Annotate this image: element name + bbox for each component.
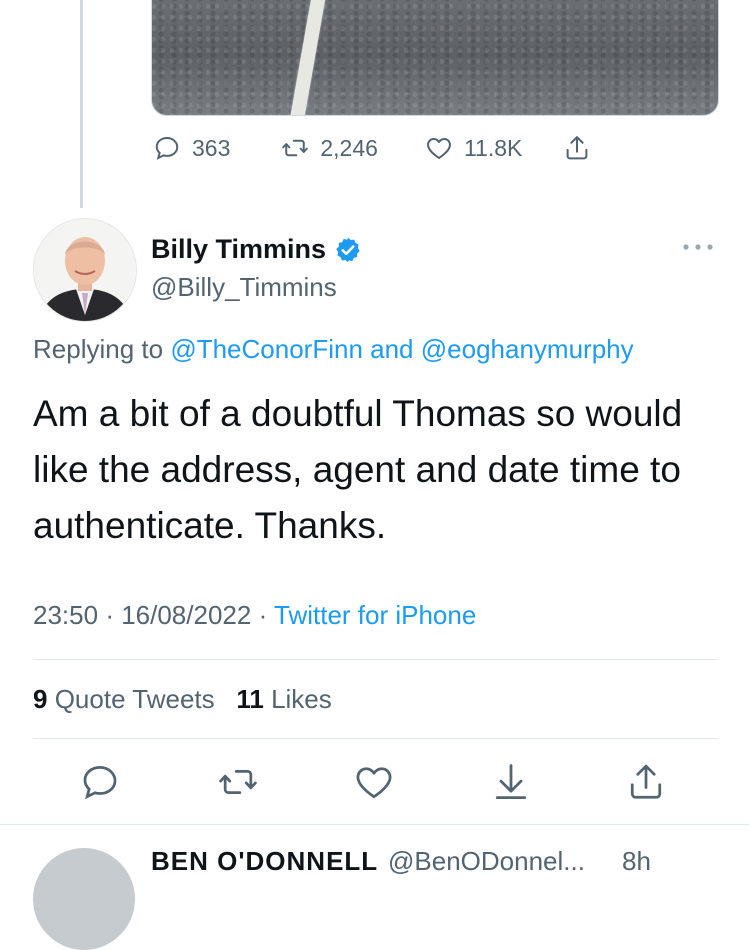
road-marking [288,0,330,115]
author-name-row[interactable]: Billy Timmins [151,234,362,265]
retweet-count: 2,246 [320,134,378,161]
retweet-icon [282,139,309,157]
tweet-meta: 23:50 · 16/08/2022 · Twitter for iPhone [33,600,476,631]
meta-separator: · [258,600,274,630]
likes-label: Likes [271,684,332,714]
share-icon [630,764,662,799]
next-reply-author-name[interactable]: BEN O'DONNELL [151,846,378,877]
like-count: 11.8K [463,134,523,161]
replying-prefix: Replying to [33,334,164,364]
reply-icon [155,136,179,160]
replying-and[interactable]: and [370,334,413,364]
like-button[interactable] [352,760,396,804]
previous-tweet-actions: 363 2,246 11.8K [152,128,592,168]
replying-user-link-2[interactable]: @eoghanymurphy [421,334,634,364]
tweet-text: Am a bit of a doubtful Thomas so would l… [33,393,683,546]
more-options-icon[interactable] [681,242,715,252]
download-arrow-icon [495,764,527,799]
next-reply-avatar[interactable] [33,848,135,950]
quote-label: Quote Tweets [54,684,215,714]
verified-badge-icon [336,237,360,262]
previous-tweet-image[interactable] [151,0,719,116]
replying-user-link-1[interactable]: @TheConorFinn [170,334,363,364]
share-icon [566,136,588,160]
meta-separator: · [105,600,122,630]
reply-action[interactable]: 363 [152,133,230,163]
tweet-stats: 9 Quote Tweets 11 Likes [33,684,332,715]
retweet-button[interactable] [216,760,260,804]
avatar[interactable] [33,218,137,322]
divider [0,824,749,825]
author-handle[interactable]: @Billy_Timmins [151,272,337,303]
like-action[interactable]: 11.8K [424,133,522,163]
retweet-icon [219,769,257,795]
bookmark-button[interactable] [489,760,533,804]
next-reply-time: 8h [622,846,651,876]
author-name[interactable]: Billy Timmins [151,234,326,265]
retweet-action[interactable]: 2,246 [280,133,378,163]
person-photo-icon [34,219,136,321]
replying-to-line: Replying to @TheConorFinn and @eoghanymu… [33,334,634,365]
tweet-time[interactable]: 23:50 [33,600,98,630]
divider [33,659,718,660]
quote-tweets-link[interactable]: 9 Quote Tweets [33,684,215,714]
heart-icon [356,767,392,799]
heart-icon [426,138,451,159]
quote-count: 9 [33,684,48,714]
divider [33,738,718,739]
share-button[interactable] [624,760,668,804]
tweet-date[interactable]: 16/08/2022 [121,600,251,630]
likes-link[interactable]: 11 Likes [236,684,331,714]
tweet-source[interactable]: Twitter for iPhone [274,600,476,630]
share-action[interactable] [562,133,592,163]
reply-icon [83,765,117,800]
reply-count: 363 [192,134,231,161]
thread-line [80,0,83,208]
like-count: 11 [236,684,264,714]
next-reply-author-handle[interactable]: @BenODonnel... [388,846,585,877]
reply-button[interactable] [78,760,122,804]
